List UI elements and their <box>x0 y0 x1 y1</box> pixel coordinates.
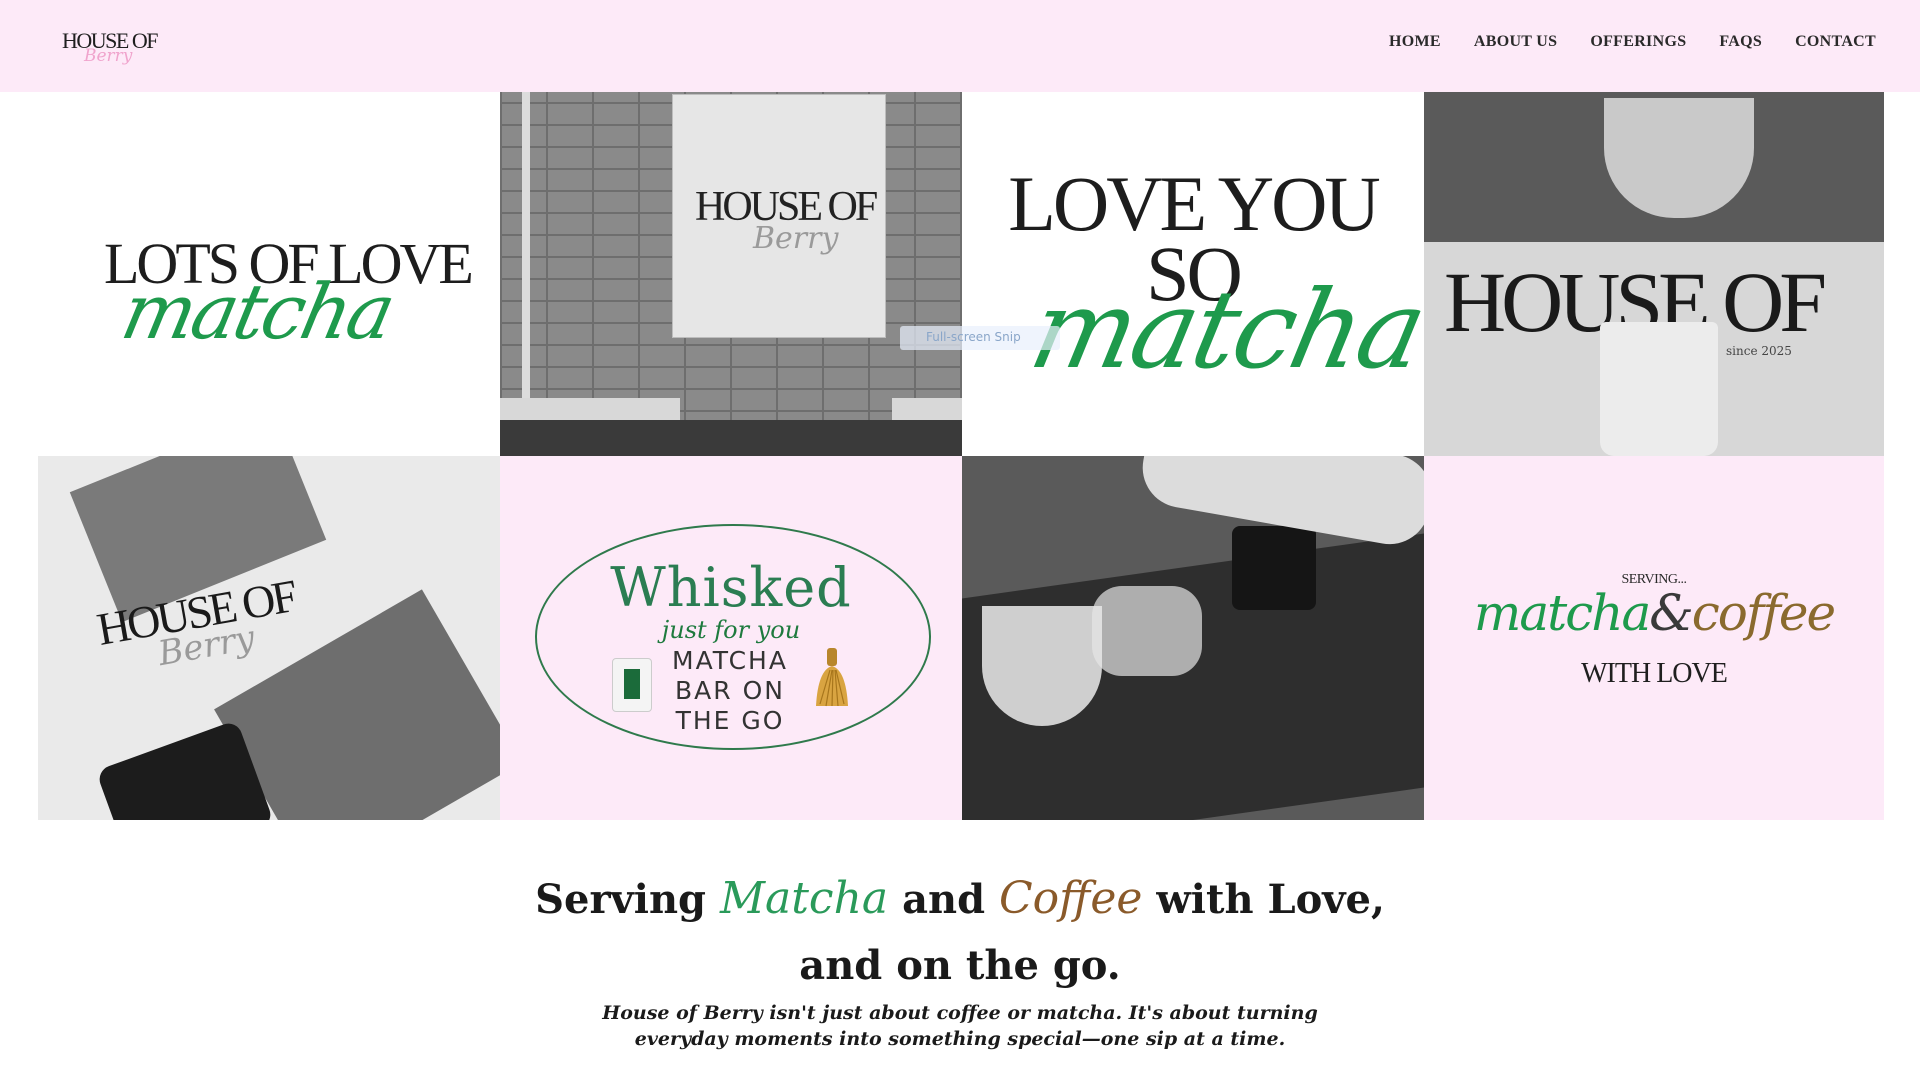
matcha-tin-icon <box>612 658 652 712</box>
matcha-coffee-script: matcha&coffee <box>1424 584 1884 642</box>
table-left <box>500 398 680 420</box>
hero-and: and <box>902 876 986 923</box>
tile-lots-of-love: LOTS OF LOVE matcha <box>38 92 500 456</box>
description-line-1: House of Berry isn't just about coffee o… <box>602 1002 1318 1024</box>
tile-photo-trays: HOUSE OF Berry <box>38 456 500 820</box>
badge-body-line-3: THE GO <box>675 706 785 735</box>
table-right <box>892 398 962 420</box>
tent-pole <box>522 92 530 422</box>
tile-script-text: matcha <box>114 267 401 356</box>
banner-script: Berry <box>753 221 839 256</box>
badge-subtitle: just for you <box>661 616 801 644</box>
hero-matcha: Matcha <box>719 873 889 924</box>
black-mug <box>1232 526 1316 610</box>
hero-description: House of Berry isn't just about coffee o… <box>0 1000 1920 1052</box>
site-header: HOUSE OF Berry HOME ABOUT US OFFERINGS F… <box>0 0 1920 92</box>
iced-matcha-cup <box>1600 322 1718 456</box>
logo-script-text: Berry <box>84 46 133 66</box>
tile-whisked-badge: Whisked just for you MATCHA BAR ON THE G… <box>500 456 962 820</box>
screen-snip-tooltip: Full-screen Snip <box>900 326 1060 350</box>
bamboo-whisk-icon <box>816 648 848 707</box>
main-nav: HOME ABOUT US OFFERINGS FAQS CONTACT <box>1389 33 1876 51</box>
badge-body-line-2: BAR ON <box>675 676 785 705</box>
description-line-2: everyday moments into something special—… <box>634 1028 1286 1050</box>
nav-about-us[interactable]: ABOUT US <box>1474 33 1557 51</box>
tile-serving-matcha-coffee: SERVING... matcha&coffee WITH LOVE <box>1424 456 1884 820</box>
nav-offerings[interactable]: OFFERINGS <box>1590 33 1686 51</box>
site-logo[interactable]: HOUSE OF Berry <box>62 30 162 74</box>
nav-faqs[interactable]: FAQS <box>1719 33 1762 51</box>
tile-photo-pour: HOUSE OF since 2025 <box>1424 92 1884 456</box>
tile-photo-banner: HOUSE OF Berry <box>500 92 962 456</box>
nav-contact[interactable]: CONTACT <box>1795 33 1876 51</box>
coffee-word: coffee <box>1691 584 1836 642</box>
ampersand: & <box>1649 584 1693 642</box>
with-love-text: WITH LOVE <box>1581 658 1728 689</box>
tile-script-text: matcha <box>1020 268 1424 393</box>
ground <box>500 420 962 456</box>
hero-coffee: Coffee <box>998 873 1143 924</box>
glass-cup <box>1092 586 1202 676</box>
since-text: since 2025 <box>1726 344 1792 358</box>
tile-photo-making <box>962 456 1424 820</box>
nav-home[interactable]: HOME <box>1389 33 1441 51</box>
house-of-berry-banner: HOUSE OF Berry <box>672 94 886 338</box>
badge-body-line-1: MATCHA <box>672 646 788 675</box>
tile-love-you-so-matcha: LOVE YOU SO matcha <box>962 92 1424 456</box>
hero-serving: Serving <box>535 876 707 923</box>
hero-headline: Serving Matcha and Coffee with Love, and… <box>0 866 1920 999</box>
matcha-bowl <box>982 606 1102 726</box>
matcha-word: matcha <box>1473 584 1651 642</box>
hero-line-2: and on the go. <box>799 942 1121 989</box>
badge-title: Whisked <box>610 556 852 619</box>
hero-line-1: Serving Matcha and Coffee with Love, <box>0 866 1920 933</box>
badge-body: MATCHA BAR ON THE GO <box>660 646 800 736</box>
hero-with-love: with Love, <box>1156 876 1385 923</box>
